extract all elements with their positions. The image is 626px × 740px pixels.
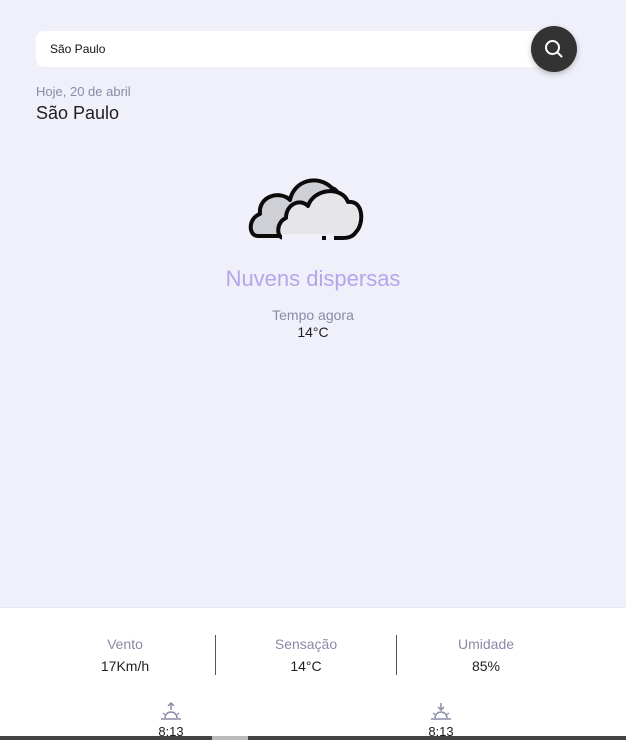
cloud-icon — [248, 178, 364, 244]
horizontal-scrollbar[interactable] — [0, 736, 626, 740]
city-name: São Paulo — [36, 103, 120, 123]
search-button[interactable] — [531, 26, 577, 72]
wind-label: Vento — [107, 636, 143, 652]
current-date: Hoje, 20 de abril — [36, 84, 131, 99]
feels-like-stat: Sensação 14°C — [216, 636, 396, 674]
weather-condition: Nuvens dispersas — [225, 266, 401, 291]
humidity-value: 85% — [471, 658, 501, 674]
humidity-label: Umidade — [457, 636, 515, 652]
wind-stat: Vento 17Km/h — [35, 636, 215, 674]
current-weather-label: Tempo agora — [272, 307, 354, 323]
sunset-icon — [431, 703, 451, 720]
humidity-stat: Umidade 85% — [396, 636, 576, 674]
feels-like-label: Sensação — [274, 636, 338, 652]
search-input[interactable] — [36, 31, 556, 67]
wind-value: 17Km/h — [100, 658, 150, 674]
sunrise-icon — [161, 702, 181, 720]
scrollbar-thumb[interactable] — [212, 736, 248, 740]
feels-like-value: 14°C — [290, 658, 322, 674]
search-bar — [36, 26, 577, 72]
search-icon — [545, 40, 563, 58]
current-temperature: 14°C — [297, 324, 329, 340]
details-panel: Vento 17Km/h Sensação 14°C Umidade 85% 8… — [0, 607, 626, 740]
sunset: 8:13 — [411, 702, 471, 739]
sunrise: 8:13 — [141, 702, 201, 739]
